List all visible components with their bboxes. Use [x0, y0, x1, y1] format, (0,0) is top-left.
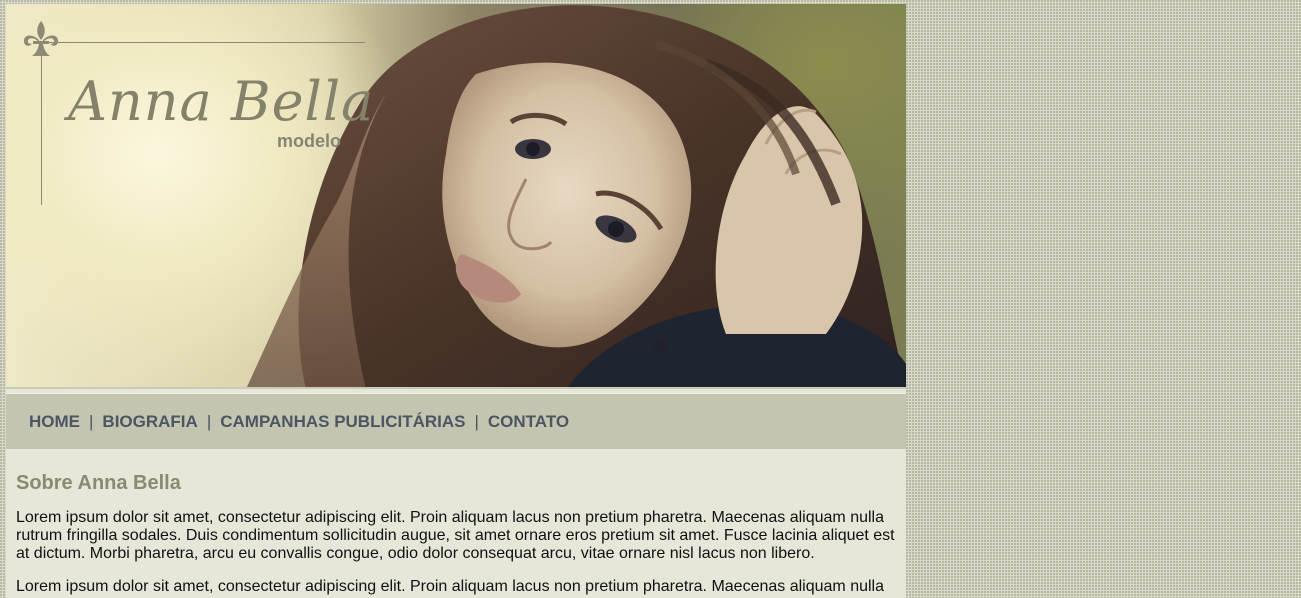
header-divider: [6, 387, 906, 389]
logo-frame-line: [41, 42, 42, 205]
hero-photo: [246, 5, 906, 389]
main-content: Sobre Anna Bella Lorem ipsum dolor sit a…: [16, 472, 898, 598]
main-nav: HOME | BIOGRAFIA | CAMPANHAS PUBLICITÁRI…: [6, 393, 906, 449]
page-container: Anna Bella modelo HOME | BIOGRAFIA | CAM…: [6, 4, 906, 598]
paragraph: Lorem ipsum dolor sit amet, consectetur …: [16, 509, 895, 562]
paragraph: Lorem ipsum dolor sit amet, consectetur …: [16, 578, 884, 595]
brand-name: Anna Bella: [68, 70, 375, 133]
nav-link-home[interactable]: HOME: [29, 412, 80, 432]
nav-link-campanhas[interactable]: CAMPANHAS PUBLICITÁRIAS: [220, 412, 465, 432]
fleur-de-lis-icon: [23, 21, 59, 56]
section-heading: Sobre Anna Bella: [16, 472, 181, 494]
nav-link-contato[interactable]: CONTATO: [488, 412, 569, 432]
header-banner: Anna Bella modelo: [6, 4, 906, 389]
nav-separator: |: [474, 411, 479, 431]
logo-frame-line: [42, 42, 365, 43]
brand-subtitle: modelo: [277, 131, 342, 151]
nav-link-biografia[interactable]: BIOGRAFIA: [102, 412, 197, 432]
nav-separator: |: [206, 411, 212, 431]
nav-separator: |: [89, 411, 94, 431]
